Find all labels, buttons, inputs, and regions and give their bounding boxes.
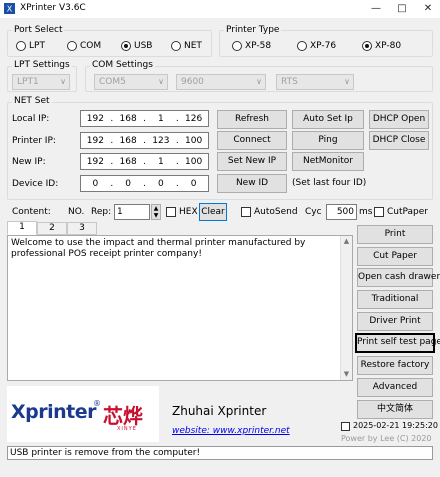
logo-brand-text: Xprinter: [11, 401, 97, 423]
title-bar: X XPrinter V3.6C — □ ✕: [0, 0, 440, 18]
powered-by-text: Power by Lee (C) 2020: [341, 434, 432, 443]
svg-text:X: X: [7, 5, 13, 14]
open-cash-drawer-button[interactable]: Open cash drawer: [357, 268, 440, 287]
spin-down-icon[interactable]: ▼: [152, 212, 160, 219]
chevron-down-icon: ∨: [60, 77, 66, 86]
radio-xp76[interactable]: XP-76: [297, 41, 336, 51]
autosend-checkbox[interactable]: AutoSend: [241, 207, 298, 217]
cutpaper-checkbox-box[interactable]: [374, 207, 384, 217]
cyc-input[interactable]: 500: [326, 204, 357, 220]
new-id-button[interactable]: New ID: [217, 174, 287, 193]
local-ip-label: Local IP:: [12, 114, 50, 124]
print-self-test-button[interactable]: Print self test page: [355, 333, 440, 353]
cut-paper-button[interactable]: Cut Paper: [357, 247, 433, 266]
rep-spinner[interactable]: ▲ ▼: [151, 204, 161, 220]
logo-chinese-text: 芯烨: [103, 404, 143, 428]
connect-button[interactable]: Connect: [217, 131, 287, 150]
com-settings-legend: COM Settings: [90, 60, 155, 70]
cutpaper-checkbox[interactable]: CutPaper: [374, 207, 428, 217]
device-id-label: Device ID:: [12, 179, 59, 189]
close-icon[interactable]: ✕: [420, 1, 436, 17]
scroll-down-icon[interactable]: ▼: [341, 369, 352, 380]
company-name: Zhuhai Xprinter: [172, 404, 267, 418]
restore-factory-button[interactable]: Restore factory: [357, 356, 433, 375]
radio-net-dot[interactable]: [171, 41, 181, 51]
radio-usb-dot[interactable]: [121, 41, 131, 51]
website-link[interactable]: website: www.xprinter.net: [172, 426, 290, 436]
content-label: Content:: [12, 207, 51, 217]
status-bar: USB printer is remove from the computer!: [7, 446, 433, 460]
content-text: Welcome to use the impact and thermal pr…: [11, 238, 306, 259]
hex-checkbox[interactable]: HEX: [166, 207, 198, 217]
printer-ip-field[interactable]: 192. 168. 123. 100: [80, 132, 209, 149]
flow-control-select[interactable]: RTS ∨: [276, 74, 354, 90]
traditional-button[interactable]: Traditional: [357, 290, 433, 309]
radio-com[interactable]: COM: [67, 41, 101, 51]
radio-xp58-dot[interactable]: [232, 41, 242, 51]
minimize-icon[interactable]: —: [368, 1, 384, 17]
advanced-button[interactable]: Advanced: [357, 378, 433, 397]
auto-set-ip-button[interactable]: Auto Set Ip: [292, 110, 364, 129]
device-id-field[interactable]: 0. 0. 0. 0: [80, 175, 209, 192]
radio-xp80[interactable]: XP-80: [362, 41, 401, 51]
chevron-down-icon: ∨: [158, 77, 164, 86]
content-textarea[interactable]: Welcome to use the impact and thermal pr…: [7, 235, 353, 381]
new-ip-field[interactable]: 192. 168. 1. 100: [80, 153, 209, 170]
chevron-down-icon: ∨: [256, 77, 262, 86]
radio-xp76-dot[interactable]: [297, 41, 307, 51]
dhcp-open-button[interactable]: DHCP Open: [369, 110, 429, 129]
window-title: XPrinter V3.6C: [20, 3, 86, 13]
driver-print-button[interactable]: Driver Print: [357, 312, 433, 331]
chevron-down-icon: ∨: [344, 77, 350, 86]
com-port-select[interactable]: COM5 ∨: [94, 74, 168, 90]
port-select-legend: Port Select: [12, 25, 65, 35]
xprinter-logo: Xprinter ® 芯烨 XINYE: [7, 386, 159, 442]
radio-usb[interactable]: USB: [121, 41, 152, 51]
lpt-settings-legend: LPT Settings: [12, 60, 72, 70]
new-ip-label: New IP:: [12, 157, 46, 167]
tab-1[interactable]: 1: [7, 221, 37, 235]
local-ip-field[interactable]: 192. 168. 1. 126: [80, 110, 209, 127]
radio-xp80-dot[interactable]: [362, 41, 372, 51]
radio-lpt[interactable]: LPT: [16, 41, 45, 51]
radio-lpt-dot[interactable]: [16, 41, 26, 51]
datetime-text: 2025-02-21 19:25:20: [353, 421, 438, 430]
autosend-checkbox-box[interactable]: [241, 207, 251, 217]
tab-3[interactable]: 3: [67, 222, 97, 235]
new-id-hint: (Set last four ID): [292, 178, 367, 188]
cyc-label: Cyc: [305, 207, 322, 217]
dhcp-close-button[interactable]: DHCP Close: [369, 131, 429, 150]
print-button[interactable]: Print: [357, 225, 433, 244]
hex-checkbox-box[interactable]: [166, 207, 176, 217]
lpt-port-select[interactable]: LPT1 ∨: [12, 74, 70, 90]
set-new-ip-button[interactable]: Set New IP: [217, 152, 287, 171]
radio-com-dot[interactable]: [67, 41, 77, 51]
ping-button[interactable]: Ping: [292, 131, 364, 150]
scroll-up-icon[interactable]: ▲: [341, 236, 352, 247]
printer-type-legend: Printer Type: [224, 25, 282, 35]
rep-label: Rep:: [91, 207, 112, 217]
maximize-icon[interactable]: □: [394, 1, 410, 17]
app-icon: X: [4, 3, 15, 14]
no-label: NO.: [68, 207, 85, 217]
language-button[interactable]: 中文简体: [357, 400, 433, 419]
spin-up-icon[interactable]: ▲: [152, 205, 160, 212]
logo-registered-mark: ®: [93, 399, 101, 408]
tab-2[interactable]: 2: [37, 222, 67, 235]
status-text: USB printer is remove from the computer!: [10, 448, 201, 458]
radio-xp58[interactable]: XP-58: [232, 41, 271, 51]
netmonitor-button[interactable]: NetMonitor: [292, 152, 364, 171]
ms-label: ms: [359, 207, 373, 217]
baud-rate-select[interactable]: 9600 ∨: [176, 74, 266, 90]
vertical-scrollbar[interactable]: ▲ ▼: [340, 236, 352, 380]
printer-ip-label: Printer IP:: [12, 136, 56, 146]
radio-net[interactable]: NET: [171, 41, 202, 51]
clear-button[interactable]: Clear: [199, 203, 227, 221]
logo-sub-text: XINYE: [117, 426, 137, 432]
rep-input[interactable]: 1: [114, 204, 150, 220]
net-set-legend: NET Set: [12, 96, 52, 106]
refresh-button[interactable]: Refresh: [217, 110, 287, 129]
datetime-checkbox[interactable]: [341, 422, 350, 431]
